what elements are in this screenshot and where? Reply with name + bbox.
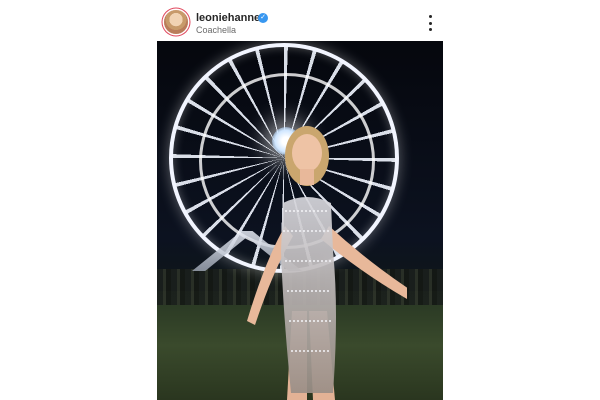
post-header: leoniehanne ✓ Coachella xyxy=(157,8,444,38)
post-photo[interactable] xyxy=(157,41,443,400)
photo-subject xyxy=(247,126,407,400)
username[interactable]: leoniehanne xyxy=(196,12,260,24)
more-options-icon[interactable] xyxy=(424,15,436,31)
location-link[interactable]: Coachella xyxy=(196,25,236,35)
verified-badge-icon: ✓ xyxy=(258,13,268,23)
avatar[interactable] xyxy=(164,10,188,34)
